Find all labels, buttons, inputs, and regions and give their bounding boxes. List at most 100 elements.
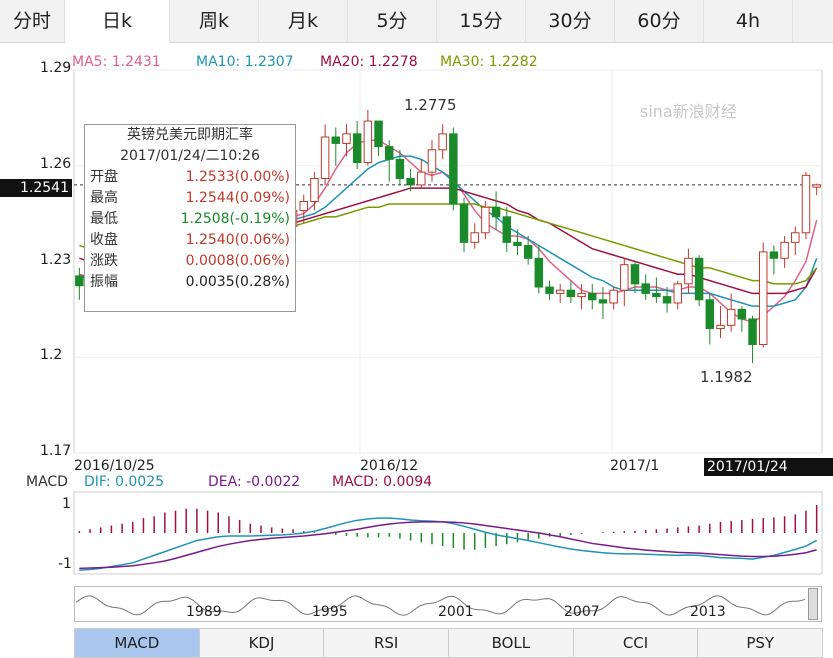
- candle-body: [801, 174, 811, 234]
- candle-body: [641, 283, 650, 294]
- candle-body: [406, 178, 415, 186]
- candle-body: [758, 251, 768, 345]
- y-tick-label: 1.26: [40, 155, 72, 172]
- tooltip-row-value: 1.2533(0.00%): [185, 169, 290, 185]
- candle-body: [352, 133, 362, 164]
- candle-body: [449, 133, 458, 205]
- candle-body: [748, 318, 757, 345]
- x-tick-label-0: 2016/10/25: [74, 458, 155, 474]
- candle-body: [673, 283, 682, 304]
- candle-body: [513, 241, 522, 247]
- tooltip-row-label: 最高: [90, 190, 118, 206]
- candle-body: [502, 216, 512, 243]
- candle-tooltip: 英镑兑美元即期汇率 2017/01/24/二10:26 开盘 1.2533(0.0…: [84, 124, 296, 312]
- candle-body: [459, 203, 469, 243]
- indicator-tab-macd[interactable]: MACD: [74, 628, 200, 658]
- candle-body: [620, 264, 629, 291]
- macd-y-tick-2: -1: [58, 556, 72, 572]
- candle-body: [427, 149, 437, 173]
- tooltip-title: 英镑兑美元即期汇率: [127, 127, 253, 143]
- tooltip-row-value: 1.2508(-0.19%): [180, 211, 290, 227]
- x-tick-label-1: 2016/12: [360, 458, 419, 474]
- candle-body: [726, 308, 736, 326]
- tooltip-row-value: 0.0035(0.28%): [185, 274, 290, 290]
- y-tick-label: 1.23: [40, 251, 72, 268]
- current-price-tag: 1.2541: [0, 179, 72, 197]
- candle-body: [694, 257, 704, 301]
- y-tick-label: 1.17: [40, 443, 72, 459]
- candle-body: [609, 289, 618, 304]
- candle-body: [534, 257, 544, 288]
- tooltip-row: 开盘 1.2533(0.00%): [85, 167, 295, 188]
- candle-body: [374, 120, 383, 148]
- navigator-label-3: 2007: [564, 604, 600, 620]
- tooltip-row-label: 涨跌: [90, 253, 118, 269]
- candle-body: [769, 251, 779, 259]
- high-annotation: 1.2775: [404, 96, 457, 114]
- candle-body: [598, 299, 608, 304]
- candle-body: [523, 245, 533, 259]
- candle-body: [684, 257, 693, 285]
- tooltip-row: 涨跌 0.0008(0.06%): [85, 251, 295, 272]
- navigator-handle[interactable]: [808, 588, 818, 620]
- candle-body: [716, 324, 725, 330]
- macd-dea-line: [79, 521, 817, 570]
- navigator-label-2: 2001: [438, 604, 474, 620]
- candle-body: [705, 299, 715, 330]
- candle-body: [417, 171, 426, 186]
- macd-value-label: MACD: 0.0094: [332, 474, 433, 490]
- candle-body: [384, 146, 394, 160]
- candle-body: [545, 286, 554, 294]
- indicator-tab-boll[interactable]: BOLL: [448, 628, 574, 658]
- indicator-tab-rsi[interactable]: RSI: [323, 628, 450, 658]
- navigator-label-4: 2013: [690, 604, 726, 620]
- y-tick-label: 1.2: [40, 347, 63, 364]
- macd-title: MACD: [26, 474, 68, 490]
- tooltip-datetime: 2017/01/24/二10:26: [120, 148, 260, 164]
- candle-body: [470, 232, 479, 243]
- candle-body: [491, 206, 501, 218]
- x-tick-label-2: 2017/1: [610, 458, 660, 474]
- tooltip-row-label: 最低: [90, 211, 118, 227]
- tooltip-row: 最高 1.2544(0.09%): [85, 188, 295, 209]
- candle-body: [299, 200, 308, 211]
- candle-body: [566, 289, 576, 298]
- candle-body: [395, 158, 405, 180]
- tooltip-row-value: 1.2544(0.09%): [185, 190, 290, 206]
- tooltip-row-value: 0.0008(0.06%): [185, 253, 290, 269]
- indicator-tabs: MACD KDJ RSI BOLL CCI PSY: [74, 628, 824, 658]
- candle-body: [652, 292, 661, 298]
- indicator-tab-psy[interactable]: PSY: [697, 628, 824, 658]
- indicator-tab-cci[interactable]: CCI: [572, 628, 699, 658]
- cursor-time-tag: 2017/01/24 10:26: [704, 458, 833, 493]
- candle-body: [662, 296, 672, 304]
- candle-body: [363, 120, 373, 164]
- tooltip-row-label: 收盘: [90, 232, 118, 248]
- indicator-tab-kdj[interactable]: KDJ: [198, 628, 325, 658]
- low-annotation: 1.1982: [700, 368, 753, 386]
- candle-body: [438, 133, 447, 151]
- candle-body: [780, 241, 789, 259]
- candle-body: [791, 232, 800, 243]
- macd-dea-label: DEA: -0.0022: [208, 474, 301, 490]
- candle-body: [320, 136, 330, 180]
- navigator-label-0: 1989: [186, 604, 222, 620]
- candle-body: [555, 289, 565, 294]
- tooltip-row: 收盘 1.2540(0.06%): [85, 230, 295, 251]
- candle-body: [342, 133, 351, 144]
- candle-body: [481, 206, 490, 234]
- tooltip-row-value: 1.2540(0.06%): [185, 232, 290, 248]
- tooltip-row-label: 开盘: [90, 169, 118, 185]
- navigator-label-1: 1995: [312, 604, 348, 620]
- candle-body: [310, 178, 319, 202]
- candle-body: [75, 275, 84, 287]
- candle-body: [737, 308, 747, 320]
- candle-body: [577, 292, 586, 298]
- macd-y-tick-1: 1: [62, 496, 71, 512]
- candle-body: [812, 184, 821, 188]
- y-tick-label: 1.29: [40, 60, 72, 76]
- candle-body: [331, 136, 341, 144]
- candle-body: [588, 292, 597, 301]
- macd-dif-line: [79, 517, 818, 572]
- tooltip-row: 最低 1.2508(-0.19%): [85, 209, 295, 230]
